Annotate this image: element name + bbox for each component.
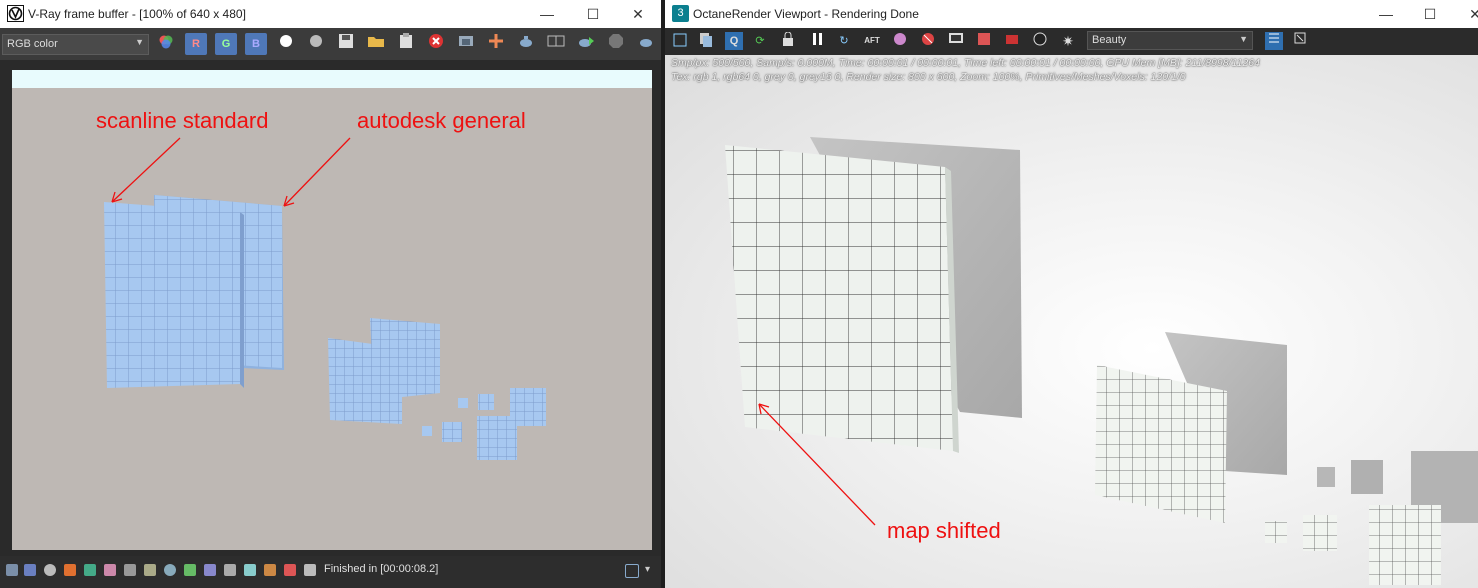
annotation-scanline-standard: scanline standard [96,108,269,133]
restart-icon[interactable]: ⟳ [751,32,769,50]
flower-icon[interactable] [1031,32,1049,50]
red-channel-button[interactable]: R [185,33,207,55]
vray-frame-buffer-window: V-Ray frame buffer - [100% of 640 x 480]… [0,0,661,588]
render-teapot-icon[interactable] [515,33,537,55]
window-toggle-icon[interactable] [625,564,639,578]
clipboard-icon[interactable] [395,33,417,55]
channel-select[interactable]: RGB color ▼ [2,34,149,55]
octane-maximize-button[interactable]: ☐ [1407,0,1453,28]
histogram-icon[interactable] [124,564,136,576]
alpha-white-icon[interactable] [275,33,297,55]
refresh-icon[interactable]: ↻ [835,32,853,50]
info-icon[interactable] [44,564,56,576]
vray-maximize-button[interactable]: ☐ [570,0,616,28]
levels-icon[interactable] [104,564,116,576]
background-image-icon[interactable] [184,564,196,576]
viewport-icon[interactable] [947,32,965,50]
3dsmax-app-icon: 3 [672,5,689,22]
blue-channel-button[interactable]: B [245,33,267,55]
octane-title-bar[interactable]: 3 OctaneRender Viewport - Rendering Done… [665,0,1478,28]
octane-viewport-window: 3 OctaneRender Viewport - Rendering Done… [665,0,1478,588]
vray-toolbar: RGB color ▼ R G B [0,28,661,60]
render-pass-select[interactable]: Beauty ▼ [1087,31,1253,50]
channel-select-value: RGB color [7,38,58,50]
render-status-text: Finished in [00:00:08.2] [324,563,439,575]
vray-minimize-button[interactable]: — [524,0,570,28]
aft-button[interactable]: AFT [863,32,881,50]
octane-minimize-button[interactable]: — [1363,0,1409,28]
lock-icon[interactable] [779,31,797,50]
track-mouse-icon[interactable] [455,33,477,55]
lut-icon[interactable] [224,564,236,576]
chevron-down-icon[interactable]: ▾ [645,564,657,576]
mono-icon[interactable] [305,33,327,55]
fit-view-icon[interactable] [1291,32,1309,50]
chevron-down-icon: ▼ [135,37,144,47]
pause-icon[interactable] [809,32,827,50]
vray-window-title: V-Ray frame buffer - [100% of 640 x 480] [28,7,246,21]
export-icon[interactable] [671,32,689,50]
chevron-down-icon: ▼ [1239,34,1248,44]
vray-render-image: scanline standard autodesk general [12,70,652,550]
vray-scene-render [104,137,546,460]
open-folder-icon[interactable] [365,33,387,55]
octane-close-button[interactable]: ✕ [1452,0,1478,28]
list-view-icon[interactable] [1265,32,1283,50]
close-corrections-icon[interactable] [304,564,316,576]
octane-window-title: OctaneRender Viewport - Rendering Done [693,7,919,21]
white-balance-icon[interactable] [244,564,256,576]
curves-icon[interactable] [144,564,156,576]
color-channels-icon[interactable] [155,33,177,55]
film-region-icon[interactable] [975,32,993,50]
material-picker-icon[interactable] [919,32,937,50]
exposure-icon[interactable] [164,564,176,576]
stop-render-icon[interactable] [605,33,627,55]
filmic-icon[interactable] [264,564,276,576]
vray-close-button[interactable]: ✕ [615,0,661,28]
octane-toolbar: Q ⟳ ↻ AFT ✷ Beauty ▼ [665,28,1478,55]
lens-effects-icon[interactable] [204,564,216,576]
color-picker-icon[interactable] [891,32,909,50]
history-icon[interactable] [6,564,18,576]
layers-icon[interactable] [24,564,36,576]
render-interactive-icon[interactable] [575,33,597,55]
region-render-icon[interactable] [485,33,507,55]
clear-image-icon[interactable] [425,33,447,55]
vray-title-bar[interactable]: V-Ray frame buffer - [100% of 640 x 480]… [0,0,661,28]
color-balance-icon[interactable] [284,564,296,576]
render-button[interactable]: Q [725,32,743,50]
ab-compare-icon[interactable] [545,33,567,55]
settings-gear-icon[interactable]: ✷ [1059,32,1077,50]
green-channel-button[interactable]: G [215,33,237,55]
vray-status-bar: Finished in [00:00:08.2] ▾ [0,556,661,588]
octane-scene-render [725,137,1478,585]
vray-viewport: scanline standard autodesk general [0,60,661,556]
vray-logo-icon [7,5,24,22]
teapot-icon[interactable] [635,33,657,55]
color-correction-icon[interactable] [64,564,76,576]
annotation-map-shifted: map shifted [887,518,1001,543]
save-image-icon[interactable] [335,33,357,55]
copy-icon[interactable] [697,32,715,50]
hsl-icon[interactable] [84,564,96,576]
render-pass-value: Beauty [1092,34,1127,46]
octane-render-image: Smp/px: 500/500, Samp/s: 0.000M, Time: 0… [665,55,1478,588]
annotation-autodesk-general: autodesk general [357,108,526,133]
camera-icon[interactable] [1003,32,1021,50]
